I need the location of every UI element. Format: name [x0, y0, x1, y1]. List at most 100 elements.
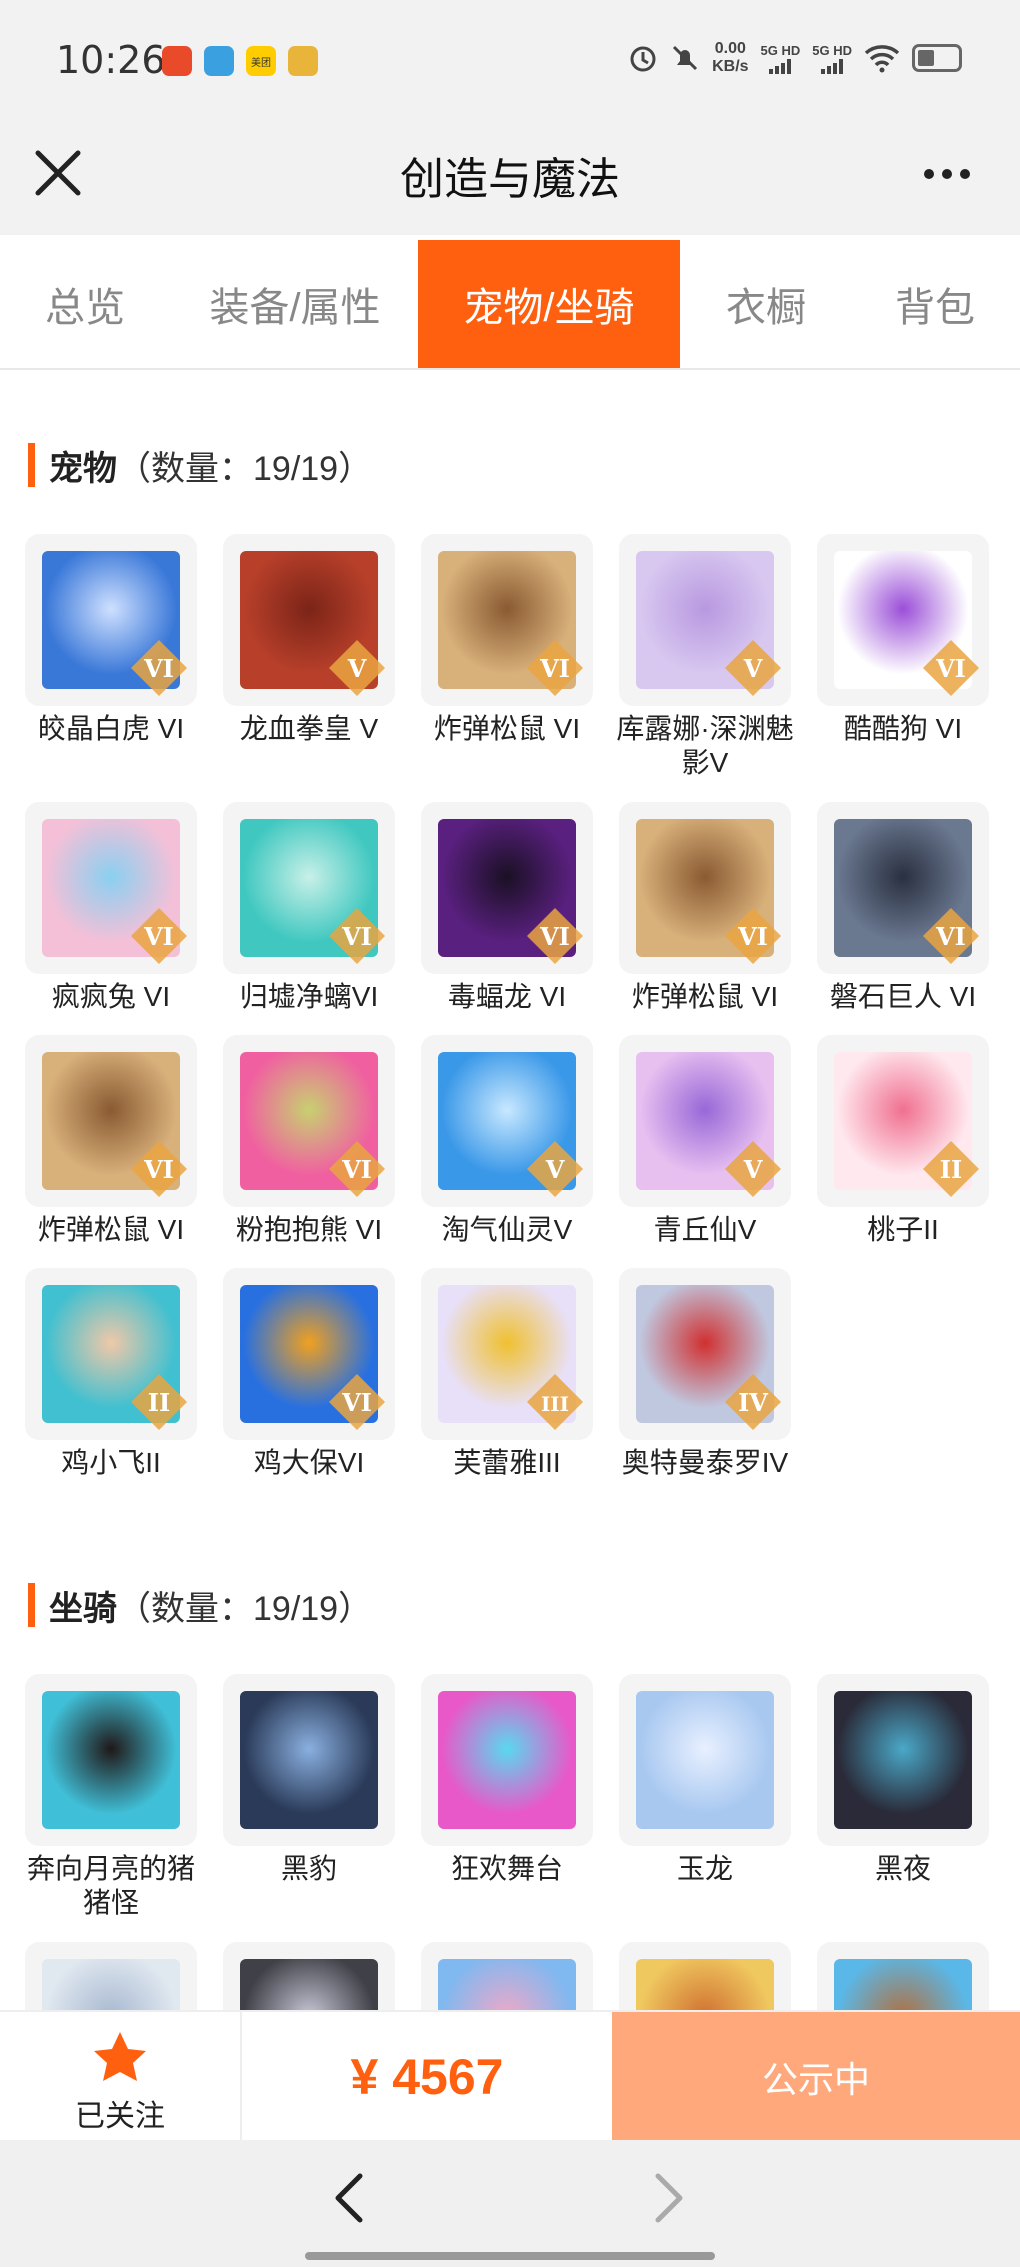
mount-card[interactable]: 狂欢舞台: [408, 1674, 606, 1886]
mount-card[interactable]: [408, 1942, 606, 2010]
item-thumbnail: [421, 1674, 593, 1846]
pet-name: 粉抱抱熊 VI: [235, 1214, 383, 1245]
item-thumbnail: V: [421, 1035, 593, 1207]
rank-label: V: [743, 1155, 763, 1184]
pet-name: 芙蕾雅III: [453, 1447, 561, 1478]
mount-card[interactable]: [606, 1942, 804, 2010]
rank-label: VI: [341, 1155, 372, 1184]
pet-name: 龙血拳皇 V: [239, 713, 379, 744]
browser-nav-bar: [0, 2140, 1020, 2267]
pet-name: 鸡小飞II: [61, 1447, 161, 1478]
mount-card[interactable]: [12, 1942, 210, 2010]
pet-name: 库露娜·深渊魅影V: [616, 713, 794, 778]
pet-name: 毒蝠龙 VI: [447, 981, 567, 1012]
pet-card[interactable]: VI 毒蝠龙 VI: [408, 802, 606, 1014]
rank-badge: VI: [725, 908, 781, 964]
signal-sim1: 5G HD: [761, 43, 800, 74]
publicity-status-button[interactable]: 公示中: [612, 2012, 1020, 2142]
item-thumbnail: [223, 1942, 395, 2010]
pet-card[interactable]: VI 炸弹松鼠 VI: [408, 534, 606, 746]
pet-card[interactable]: V 库露娜·深渊魅影V: [606, 534, 804, 780]
pet-card[interactable]: IV 奥特曼泰罗IV: [606, 1268, 804, 1480]
rank-badge: II: [131, 1374, 187, 1430]
pet-name: 归墟净螭VI: [239, 981, 379, 1012]
notification-icons: 美团: [162, 46, 318, 76]
rank-badge: V: [725, 640, 781, 696]
mounts-section-title: 坐骑 （数量：19/19）: [28, 1583, 372, 1628]
mount-card[interactable]: 奔向月亮的猪猪怪: [12, 1674, 210, 1920]
pet-card[interactable]: VI 炸弹松鼠 VI: [606, 802, 804, 1014]
more-options-icon[interactable]: [924, 159, 980, 189]
pet-name: 酷酷狗 VI: [843, 713, 963, 744]
item-thumbnail: VI: [619, 802, 791, 974]
item-thumbnail: VI: [223, 1035, 395, 1207]
rank-badge: II: [923, 1141, 979, 1197]
pet-card[interactable]: VI 鸡大保VI: [210, 1268, 408, 1480]
home-indicator[interactable]: [305, 2252, 715, 2260]
pet-card[interactable]: II 桃子II: [804, 1035, 1002, 1247]
pet-card[interactable]: VI 磐石巨人 VI: [804, 802, 1002, 1014]
item-thumbnail: VI: [223, 1268, 395, 1440]
item-thumbnail: [619, 1674, 791, 1846]
item-thumbnail: VI: [25, 802, 197, 974]
item-artwork: [438, 1959, 576, 2010]
mute-bell-icon: [673, 45, 698, 71]
forward-arrow-icon[interactable]: [648, 2170, 688, 2226]
item-thumbnail: VI: [817, 534, 989, 706]
network-speed: 0.00 KB/s: [712, 40, 749, 75]
rank-label: VI: [143, 922, 174, 951]
signal-sim2: 5G HD: [812, 43, 852, 74]
pet-card[interactable]: II 鸡小飞II: [12, 1268, 210, 1480]
rank-label: VI: [539, 654, 570, 683]
pet-name: 桃子II: [867, 1214, 939, 1245]
title-bar: 创造与魔法: [0, 125, 1020, 235]
follow-button[interactable]: 已关注: [0, 2012, 242, 2142]
pet-card[interactable]: III 芙蕾雅III: [408, 1268, 606, 1480]
alarm-icon: [630, 46, 656, 72]
mount-name: 狂欢舞台: [450, 1853, 563, 1884]
mount-card[interactable]: [804, 1942, 1002, 2010]
pet-name: 青丘仙V: [653, 1214, 757, 1245]
item-thumbnail: VI: [817, 802, 989, 974]
rank-badge: VI: [527, 908, 583, 964]
item-artwork: [636, 1691, 774, 1829]
rank-label: VI: [935, 654, 966, 683]
rank-label: V: [347, 654, 367, 683]
rank-badge: V: [527, 1141, 583, 1197]
pet-name: 炸弹松鼠 VI: [631, 981, 779, 1012]
item-thumbnail: VI: [421, 534, 593, 706]
mount-card[interactable]: 黑夜: [804, 1674, 1002, 1886]
rank-label: V: [743, 654, 763, 683]
mount-card[interactable]: [210, 1942, 408, 2010]
mount-card[interactable]: 黑豹: [210, 1674, 408, 1886]
tab-1[interactable]: 总览: [0, 240, 170, 368]
item-thumbnail: [421, 1942, 593, 2010]
tab-4[interactable]: 衣橱: [680, 240, 852, 368]
mount-name: 玉龙: [676, 1853, 733, 1884]
rank-badge: VI: [923, 908, 979, 964]
item-thumbnail: [619, 1942, 791, 2010]
item-thumbnail: [817, 1942, 989, 2010]
pet-card[interactable]: VI 疯疯兔 VI: [12, 802, 210, 1014]
pet-card[interactable]: VI 粉抱抱熊 VI: [210, 1035, 408, 1247]
item-thumbnail: VI: [421, 802, 593, 974]
pet-card[interactable]: VI 归墟净螭VI: [210, 802, 408, 1014]
pet-card[interactable]: V 青丘仙V: [606, 1035, 804, 1247]
pet-card[interactable]: V 龙血拳皇 V: [210, 534, 408, 746]
tab-2[interactable]: 装备/属性: [170, 240, 420, 368]
page-title: 创造与魔法: [400, 155, 620, 204]
wifi-icon: [864, 45, 900, 73]
star-icon: [94, 2032, 146, 2081]
pet-card[interactable]: VI 皎晶白虎 VI: [12, 534, 210, 746]
tab-5[interactable]: 背包: [852, 240, 1018, 368]
rank-label: III: [541, 1392, 569, 1416]
pet-card[interactable]: VI 炸弹松鼠 VI: [12, 1035, 210, 1247]
pet-card[interactable]: V 淘气仙灵V: [408, 1035, 606, 1247]
item-thumbnail: VI: [223, 802, 395, 974]
item-thumbnail: [25, 1674, 197, 1846]
pet-card[interactable]: VI 酷酷狗 VI: [804, 534, 1002, 746]
back-arrow-icon[interactable]: [330, 2170, 370, 2226]
tab-3[interactable]: 宠物/坐骑: [418, 240, 680, 368]
bottom-action-bar: 已关注 ¥ 4567 公示中: [0, 2010, 1020, 2142]
mount-card[interactable]: 玉龙: [606, 1674, 804, 1886]
